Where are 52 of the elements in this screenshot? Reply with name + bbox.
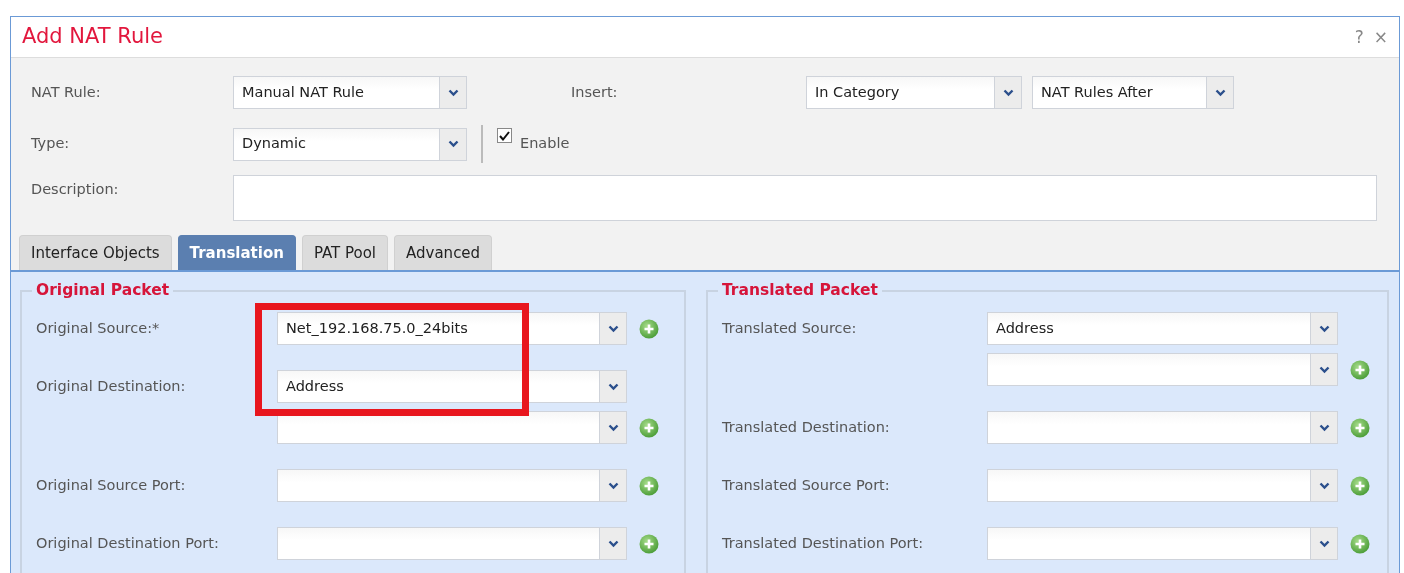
field-label: Original Destination Port: <box>36 533 220 553</box>
field-label: Original Destination: <box>36 376 187 396</box>
chevron-down-icon <box>607 324 619 333</box>
add-icon[interactable] <box>639 475 659 496</box>
dropdown[interactable]: Net_192.168.75.0_24bits <box>277 312 627 345</box>
chevron-down-icon <box>447 140 459 148</box>
add-icon[interactable] <box>1350 533 1370 554</box>
chevron-down-icon <box>1318 423 1330 432</box>
add-icon[interactable] <box>1350 359 1370 380</box>
chevron-down-icon <box>447 88 459 97</box>
add-icon[interactable] <box>639 533 659 554</box>
field-label: Translated Source: <box>722 318 858 338</box>
field-label: Insert: <box>571 82 619 102</box>
tab[interactable]: PAT Pool <box>301 235 389 270</box>
chevron-down-icon <box>1214 88 1226 97</box>
dropdown[interactable]: Dynamic <box>233 127 467 161</box>
dropdown[interactable]: Address <box>987 312 1338 345</box>
field-label: Original Source Port: <box>36 475 187 495</box>
chevron-down-icon <box>607 481 619 490</box>
help-button[interactable]: ? <box>1349 28 1369 46</box>
chevron-down-icon <box>1318 539 1330 548</box>
field-label: NAT Rule: <box>31 82 102 102</box>
checkbox[interactable] <box>497 128 512 143</box>
dropdown[interactable]: In Category <box>806 76 1022 109</box>
section-title: Original Packet <box>32 280 174 300</box>
dropdown[interactable]: NAT Rules After <box>1032 76 1234 109</box>
chevron-down-icon <box>607 539 619 548</box>
field-label: Translated Destination Port: <box>722 533 925 553</box>
window-title: Add NAT Rule <box>22 23 163 51</box>
chevron-down-icon <box>607 423 619 432</box>
checkbox-label: Enable <box>520 134 570 154</box>
dropdown[interactable]: Address <box>277 370 627 403</box>
chevron-down-icon <box>607 382 619 391</box>
chevron-down-icon <box>1318 481 1330 490</box>
add-icon[interactable] <box>639 417 659 438</box>
input-field[interactable] <box>233 175 1377 221</box>
field-label: Type: <box>31 134 71 154</box>
tab[interactable]: Translation <box>177 235 296 270</box>
chevron-down-icon <box>1002 88 1014 97</box>
tab[interactable]: Advanced <box>394 235 493 270</box>
field-label: Original Source:* <box>36 318 161 338</box>
tab[interactable]: Interface Objects <box>19 235 172 270</box>
chevron-down-icon <box>1318 324 1330 333</box>
field-label: Description: <box>31 180 120 199</box>
dropdown[interactable]: Manual NAT Rule <box>233 76 467 109</box>
field-label: Translated Source Port: <box>722 475 891 495</box>
chevron-down-icon <box>1318 365 1330 374</box>
add-icon[interactable] <box>639 318 659 339</box>
add-icon[interactable] <box>1350 475 1370 496</box>
add-icon[interactable] <box>1350 417 1370 438</box>
field-label: Translated Destination: <box>722 417 891 437</box>
close-button[interactable]: × <box>1368 28 1393 46</box>
